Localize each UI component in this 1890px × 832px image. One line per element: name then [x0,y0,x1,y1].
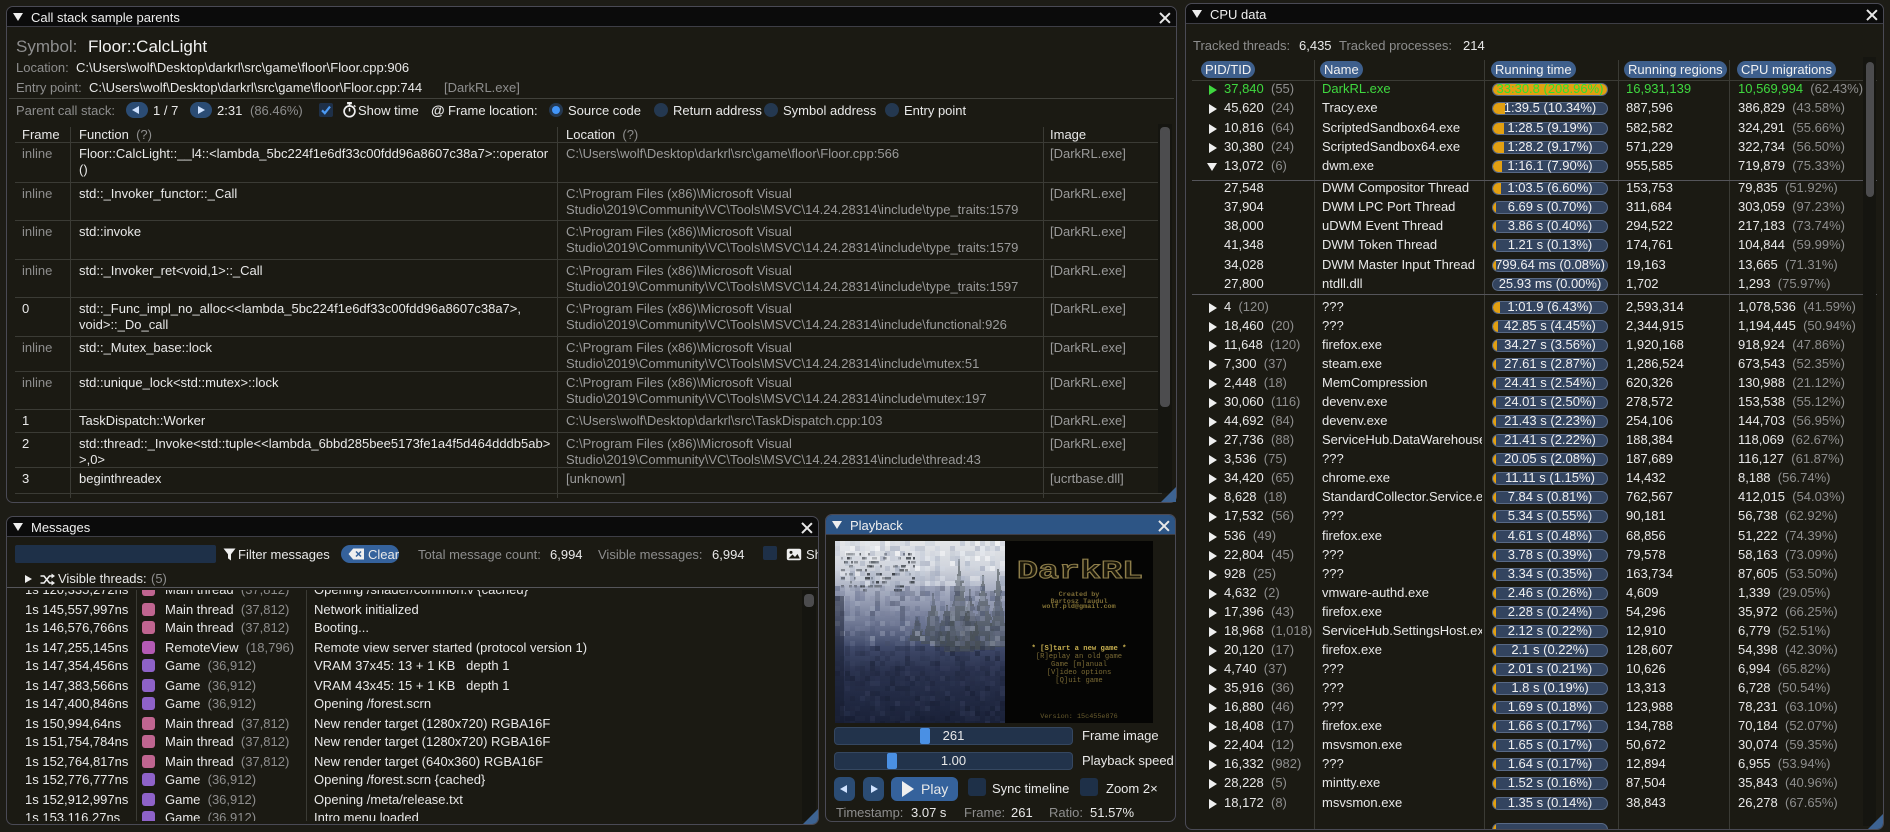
svg-text:Version: 15c455e876: Version: 15c455e876 [1040,713,1118,721]
svg-text:[Q]uit game: [Q]uit game [1055,677,1102,685]
svg-text:[R]eplay an old game: [R]eplay an old game [1036,653,1122,661]
svg-text:* [S]tart a new game *: * [S]tart a new game * [1032,645,1127,653]
svg-text:[V]ideo options: [V]ideo options [1047,669,1112,677]
svg-text:wolf.pld@gmail.com: wolf.pld@gmail.com [1042,603,1115,611]
svg-text:DarkRL: DarkRL [1017,556,1143,586]
svg-text:Game [m]anual: Game [m]anual [1051,661,1107,669]
